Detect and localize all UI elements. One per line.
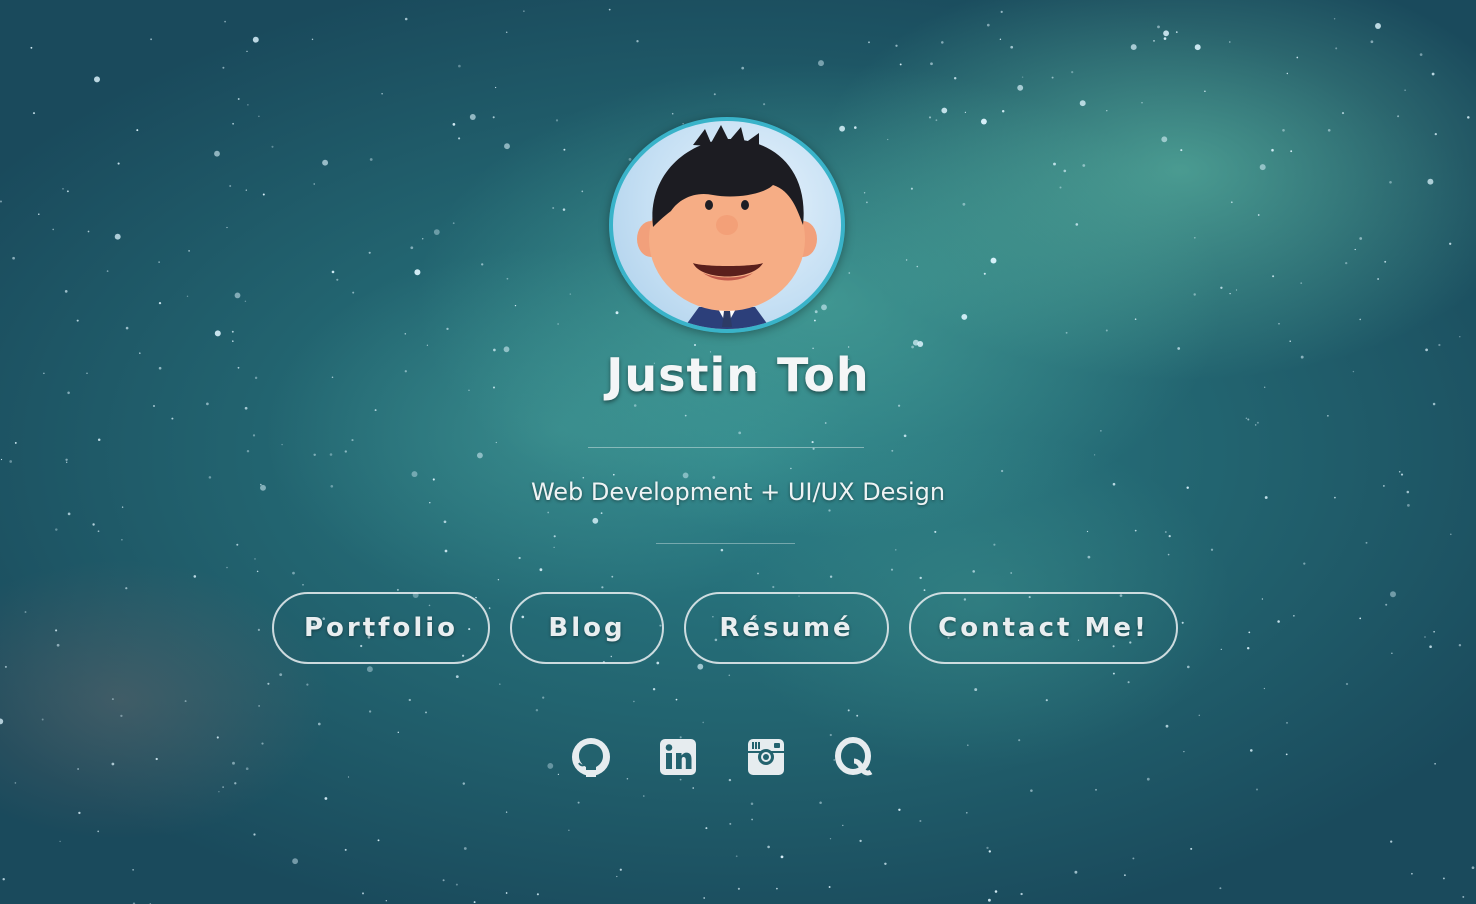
blog-button[interactable]: Blog bbox=[510, 592, 664, 664]
profile-tagline: Web Development + UI/UX Design bbox=[530, 478, 946, 506]
avatar bbox=[609, 117, 845, 333]
divider-bottom bbox=[656, 543, 795, 544]
contact-button[interactable]: Contact Me! bbox=[909, 592, 1178, 664]
linkedin-icon[interactable] bbox=[658, 737, 698, 777]
github-icon[interactable] bbox=[571, 737, 611, 777]
portfolio-button[interactable]: Portfolio bbox=[272, 592, 490, 664]
hero-section: Justin Toh Web Development + UI/UX Desig… bbox=[0, 0, 1476, 904]
instagram-icon[interactable] bbox=[746, 737, 786, 777]
divider-top bbox=[588, 447, 864, 448]
resume-button[interactable]: Résumé bbox=[684, 592, 889, 664]
quora-icon[interactable] bbox=[834, 737, 874, 777]
profile-name: Justin Toh bbox=[606, 348, 870, 402]
avatar-illustration bbox=[637, 125, 817, 329]
